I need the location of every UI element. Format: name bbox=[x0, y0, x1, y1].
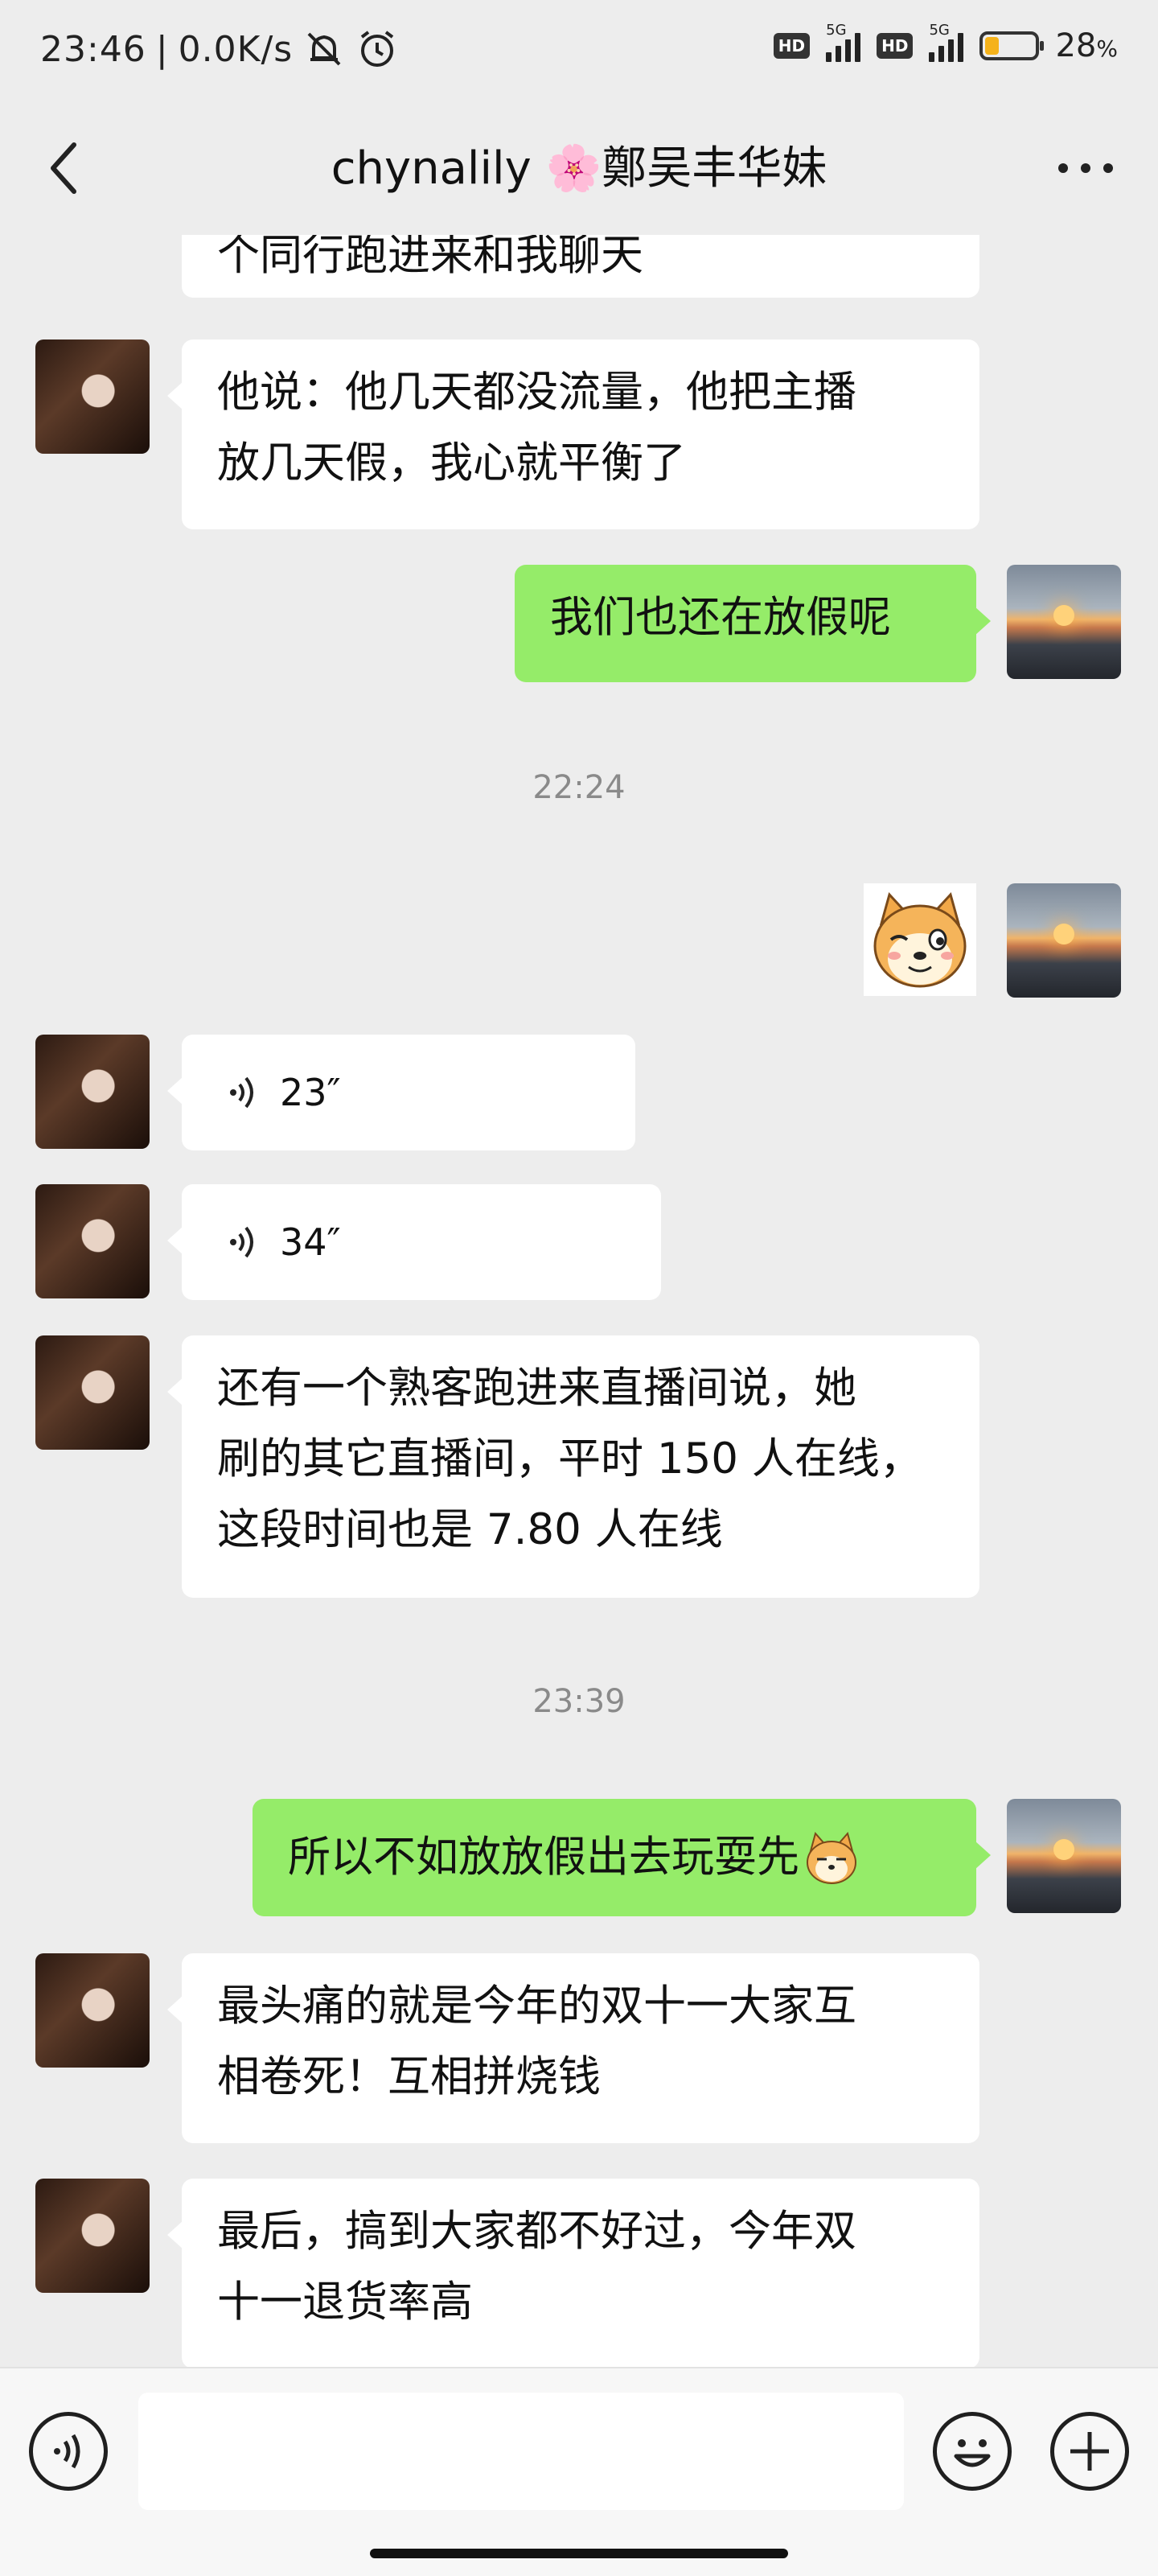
contact-avatar[interactable] bbox=[35, 2179, 150, 2293]
message-bubble[interactable]: 所以不如放放假出去玩耍先 bbox=[253, 1799, 991, 1916]
battery-icon bbox=[979, 31, 1045, 60]
message-input[interactable] bbox=[138, 2393, 904, 2510]
time-divider: 23:39 bbox=[532, 1683, 626, 1720]
contact-avatar[interactable] bbox=[35, 339, 150, 454]
voice-wave-icon bbox=[227, 1072, 259, 1113]
status-bar: 23:46 | 0.0K/s HD 5G HD 5G 28% bbox=[0, 0, 1158, 100]
more-functions-button[interactable] bbox=[1050, 2412, 1129, 2491]
input-bar bbox=[0, 2367, 1158, 2576]
chat-header: chynalily 🌸鄭吴丰华妹 bbox=[0, 100, 1158, 235]
voice-wave-icon bbox=[227, 1222, 259, 1262]
message-bubble[interactable]: 个同行跑进来和我聊天 bbox=[182, 235, 979, 298]
emoji-button[interactable] bbox=[933, 2412, 1012, 2491]
voice-message[interactable]: 34″ bbox=[167, 1184, 661, 1300]
message-bubble[interactable]: 还有一个熟客跑进来直播间说，她 刷的其它直播间，平时 150 人在线， 这段时间… bbox=[167, 1335, 979, 1598]
contact-avatar[interactable] bbox=[35, 1035, 150, 1149]
shiba-dog-sticker[interactable] bbox=[864, 883, 976, 996]
my-avatar[interactable] bbox=[1007, 883, 1121, 998]
flower-icon: 🌸 bbox=[545, 142, 602, 195]
chat-title-rest: 鄭吴丰华妹 bbox=[602, 142, 827, 195]
voice-wave-icon bbox=[54, 2434, 80, 2469]
shiba-emoji-icon bbox=[803, 1829, 860, 1887]
hd-badge-2: HD bbox=[877, 33, 914, 59]
signal-icon-1: 5G bbox=[826, 22, 861, 62]
chat-message-list[interactable]: 个同行跑进来和我聊天 他说：他几天都没流量，他把主播 放几天假，我心就平衡了 我… bbox=[0, 235, 1158, 2367]
alarm-icon bbox=[355, 27, 399, 71]
smiley-icon bbox=[954, 2439, 991, 2467]
my-avatar[interactable] bbox=[1007, 565, 1121, 679]
more-dots-icon bbox=[1058, 163, 1113, 173]
chat-title: chynalily 🌸鄭吴丰华妹 bbox=[0, 132, 1158, 197]
more-options-button[interactable] bbox=[1045, 132, 1126, 204]
voice-duration: 23″ bbox=[280, 1071, 341, 1114]
battery-level-fill bbox=[985, 37, 1000, 55]
contact-avatar[interactable] bbox=[35, 1335, 150, 1450]
voice-duration: 34″ bbox=[280, 1220, 341, 1264]
home-indicator[interactable] bbox=[370, 2549, 788, 2558]
status-net-speed: 0.0K/s bbox=[178, 28, 294, 70]
my-avatar[interactable] bbox=[1007, 1799, 1121, 1913]
voice-input-button[interactable] bbox=[29, 2412, 108, 2491]
battery-percent: 28 bbox=[1055, 27, 1097, 64]
contact-avatar[interactable] bbox=[35, 1953, 150, 2068]
chat-title-name: chynalily bbox=[331, 142, 532, 195]
contact-avatar[interactable] bbox=[35, 1184, 150, 1298]
message-bubble[interactable]: 最头痛的就是今年的双十一大家互 相卷死！互相拼烧钱 bbox=[167, 1953, 979, 2143]
status-left: 23:46 | 0.0K/s bbox=[40, 27, 399, 71]
plus-icon bbox=[1070, 2432, 1109, 2471]
mute-icon bbox=[302, 27, 346, 71]
status-time: 23:46 bbox=[40, 28, 146, 70]
voice-message[interactable]: 23″ bbox=[167, 1035, 635, 1150]
message-bubble[interactable]: 他说：他几天都没流量，他把主播 放几天假，我心就平衡了 bbox=[167, 339, 979, 529]
time-divider: 22:24 bbox=[532, 769, 626, 806]
hd-badge-1: HD bbox=[773, 33, 811, 59]
signal-icon-2: 5G bbox=[929, 22, 964, 62]
message-bubble[interactable]: 我们也还在放假呢 bbox=[515, 565, 991, 682]
status-right: HD 5G HD 5G 28% bbox=[773, 22, 1118, 64]
message-bubble[interactable]: 最后，搞到大家都不好过，今年双 十一退货率高 bbox=[167, 2179, 979, 2367]
